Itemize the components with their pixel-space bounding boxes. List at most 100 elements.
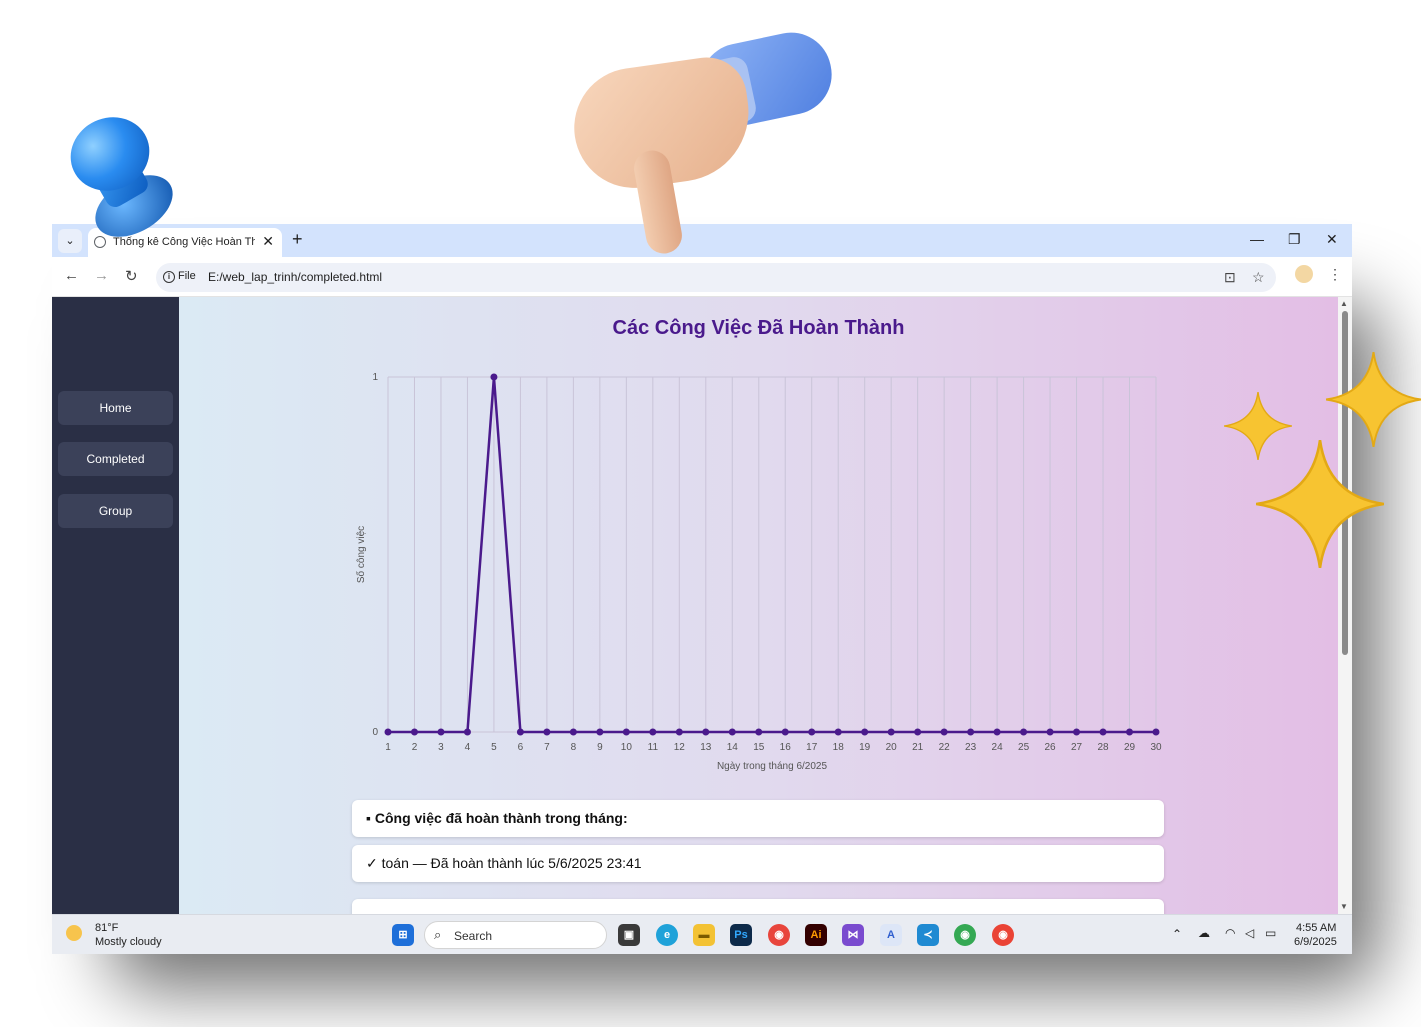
wifi-icon[interactable]: ◠ <box>1225 926 1235 940</box>
completed-header-card: ▪ Công việc đã hoàn thành trong tháng: <box>352 800 1164 837</box>
completion-line-chart: 011 2 3 4 5 6 7 8 9 10 11 12 13 14 15 16 17 18 19 20 21 22 23 2… <box>355 372 1162 772</box>
browser-window: ⌄ Thống kê Công Việc Hoàn Thành ✕ + — ❐ … <box>52 224 1352 954</box>
windows-start-icon[interactable]: ⊞ <box>392 924 414 946</box>
chrome-profile-icon[interactable]: ◉ <box>954 924 976 946</box>
scroll-up-icon[interactable]: ▲ <box>1340 299 1348 308</box>
data-point <box>1152 728 1160 736</box>
data-point <box>781 728 789 736</box>
data-point <box>808 728 816 736</box>
sidebar-item-completed[interactable]: Completed <box>58 442 173 476</box>
x-tick-label: 27 <box>1071 742 1083 753</box>
data-point <box>516 728 524 736</box>
x-tick-label: 7 <box>544 742 550 753</box>
x-tick-label: 30 <box>1150 742 1162 753</box>
x-tick-label: 28 <box>1097 742 1109 753</box>
search-icon: ⌕ <box>434 927 442 942</box>
tab-strip: ⌄ Thống kê Công Việc Hoàn Thành ✕ + — ❐ … <box>52 224 1352 257</box>
x-tick-label: 14 <box>727 742 739 753</box>
edge-icon[interactable]: e <box>656 924 678 946</box>
clock-date[interactable]: 6/9/2025 <box>1294 936 1337 948</box>
close-window-icon[interactable]: ✕ <box>1326 231 1338 248</box>
data-point <box>569 728 577 736</box>
illustrator-icon[interactable]: Ai <box>805 924 827 946</box>
taskbar-search-input[interactable]: ⌕ Search <box>424 921 607 949</box>
app-store-icon[interactable]: A <box>880 924 902 946</box>
x-tick-label: 25 <box>1018 742 1030 753</box>
data-point <box>437 728 445 736</box>
card-bullet: ▪ <box>366 810 371 826</box>
restore-icon[interactable]: ❐ <box>1288 231 1301 248</box>
weather-cloud-icon[interactable] <box>66 925 82 941</box>
x-tick-label: 19 <box>859 742 871 753</box>
data-point <box>384 728 392 736</box>
url-text[interactable]: E:/web_lap_trinh/completed.html <box>208 270 382 284</box>
x-tick-label: 13 <box>700 742 712 753</box>
chrome-icon[interactable]: ◉ <box>992 924 1014 946</box>
scroll-down-icon[interactable]: ▼ <box>1340 902 1348 911</box>
x-tick-label: 21 <box>912 742 924 753</box>
weather-temp[interactable]: 81°F <box>95 922 118 934</box>
browser-toolbar: ← → ↻ i File E:/web_lap_trinh/completed.… <box>52 257 1352 297</box>
completed-task-card: ✓ toán — Đã hoàn thành lúc 5/6/2025 23:4… <box>352 845 1164 882</box>
x-tick-label: 2 <box>412 742 418 753</box>
sidebar: Home Completed Group <box>52 297 179 914</box>
url-scheme-chip: File <box>178 270 196 282</box>
data-point <box>543 728 551 736</box>
y-tick-label: 0 <box>372 727 378 738</box>
data-point <box>410 728 418 736</box>
y-tick-label: 1 <box>372 372 378 383</box>
forward-arrow-icon[interactable]: → <box>94 267 109 284</box>
y-axis-label: Số công việc <box>355 526 367 583</box>
x-tick-label: 1 <box>385 742 391 753</box>
x-tick-label: 20 <box>886 742 898 753</box>
clock-time[interactable]: 4:55 AM <box>1296 922 1336 934</box>
sparkle-medium-icon <box>1326 352 1421 447</box>
sidebar-item-home[interactable]: Home <box>58 391 173 425</box>
visual-studio-icon[interactable]: ⋈ <box>842 924 864 946</box>
series-line <box>388 376 1156 734</box>
completed-header-text: Công việc đã hoàn thành trong tháng: <box>374 810 628 826</box>
task-view-icon[interactable]: ▣ <box>618 924 640 946</box>
search-placeholder: Search <box>454 929 493 943</box>
x-axis-label: Ngày trong tháng 6/2025 <box>717 761 828 772</box>
data-point <box>1126 728 1134 736</box>
onedrive-icon[interactable]: ☁ <box>1198 926 1210 940</box>
bookmark-star-icon[interactable]: ☆ <box>1252 269 1265 286</box>
data-point <box>1099 728 1107 736</box>
back-arrow-icon[interactable]: ← <box>64 267 79 284</box>
battery-icon[interactable]: ▭ <box>1265 926 1276 940</box>
reload-icon[interactable]: ↻ <box>125 267 138 285</box>
x-tick-label: 5 <box>491 742 497 753</box>
profile-avatar[interactable] <box>1295 265 1313 283</box>
completed-task-text: ✓ toán — Đã hoàn thành lúc 5/6/2025 23:4… <box>366 855 642 871</box>
weather-desc[interactable]: Mostly cloudy <box>95 936 162 948</box>
tray-chevron-icon[interactable]: ⌃ <box>1172 927 1182 941</box>
translate-icon[interactable]: ⊡ <box>1224 269 1236 286</box>
x-tick-label: 11 <box>648 742 659 753</box>
sidebar-item-group[interactable]: Group <box>58 494 173 528</box>
chrome-dev-icon[interactable]: ◉ <box>768 924 790 946</box>
x-tick-label: 22 <box>939 742 951 753</box>
tab-search-icon[interactable]: ⌄ <box>58 229 82 253</box>
x-tick-label: 23 <box>965 742 977 753</box>
x-tick-label: 8 <box>571 742 577 753</box>
info-icon[interactable]: i <box>163 271 175 283</box>
minimize-icon[interactable]: — <box>1250 231 1264 247</box>
data-point <box>861 728 869 736</box>
photoshop-icon[interactable]: Ps <box>730 924 752 946</box>
file-explorer-icon[interactable]: ▬ <box>693 924 715 946</box>
data-point <box>834 728 842 736</box>
close-tab-icon[interactable]: ✕ <box>262 233 274 250</box>
x-tick-label: 16 <box>780 742 792 753</box>
menu-kebab-icon[interactable]: ⋮ <box>1328 266 1342 283</box>
data-point <box>702 728 710 736</box>
volume-icon[interactable]: ◁ <box>1245 926 1254 940</box>
data-point <box>1020 728 1028 736</box>
address-bar[interactable]: i File E:/web_lap_trinh/completed.html ⊡… <box>156 263 1276 292</box>
x-tick-label: 29 <box>1124 742 1136 753</box>
vscode-icon[interactable]: ≺ <box>917 924 939 946</box>
new-tab-icon[interactable]: + <box>292 229 303 250</box>
x-tick-label: 4 <box>465 742 471 753</box>
x-tick-label: 26 <box>1045 742 1057 753</box>
data-point <box>622 728 630 736</box>
